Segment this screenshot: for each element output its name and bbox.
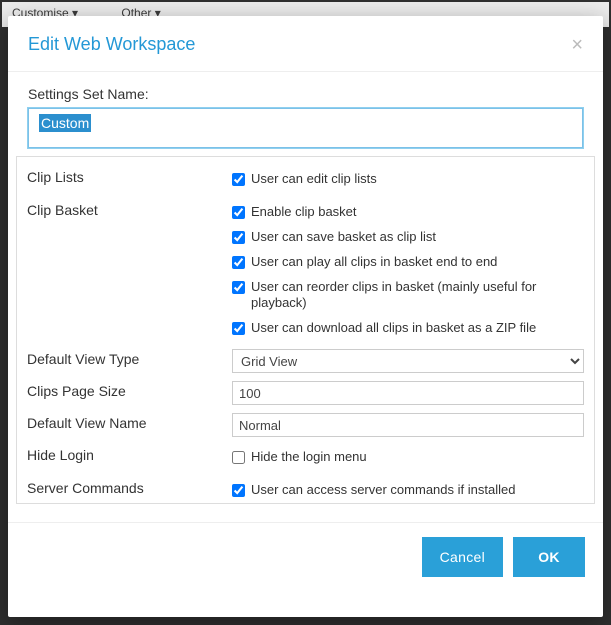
settings-set-name-value: Custom	[39, 114, 91, 132]
server-commands-label: Server Commands	[27, 476, 232, 500]
clip-basket-enable-checkbox[interactable]: Enable clip basket	[232, 200, 584, 225]
clip-basket-save-input[interactable]	[232, 231, 245, 244]
clip-basket-reorder-text: User can reorder clips in basket (mainly…	[251, 279, 584, 313]
clip-lists-edit-checkbox[interactable]: User can edit clip lists	[232, 167, 584, 192]
clip-basket-enable-text: Enable clip basket	[251, 204, 357, 221]
clip-basket-zip-input[interactable]	[232, 322, 245, 335]
server-commands-input[interactable]	[232, 484, 245, 497]
clip-basket-play-checkbox[interactable]: User can play all clips in basket end to…	[232, 250, 584, 275]
ok-button[interactable]: OK	[513, 537, 585, 577]
default-view-name-label: Default View Name	[27, 411, 232, 435]
clips-page-size-input[interactable]	[232, 381, 584, 405]
edit-web-workspace-dialog: Edit Web Workspace × Settings Set Name: …	[8, 16, 603, 617]
server-commands-checkbox[interactable]: User can access server commands if insta…	[232, 478, 584, 503]
clip-basket-save-text: User can save basket as clip list	[251, 229, 436, 246]
clip-lists-edit-input[interactable]	[232, 173, 245, 186]
clip-basket-zip-checkbox[interactable]: User can download all clips in basket as…	[232, 316, 584, 341]
clip-basket-zip-text: User can download all clips in basket as…	[251, 320, 536, 337]
clip-basket-reorder-input[interactable]	[232, 281, 245, 294]
default-view-name-input[interactable]	[232, 413, 584, 437]
clip-basket-reorder-checkbox[interactable]: User can reorder clips in basket (mainly…	[232, 275, 584, 317]
dialog-title: Edit Web Workspace	[28, 34, 195, 55]
server-commands-text: User can access server commands if insta…	[251, 482, 515, 499]
hide-login-checkbox[interactable]: Hide the login menu	[232, 445, 584, 470]
dialog-body: Settings Set Name: Custom	[8, 72, 603, 156]
clips-page-size-label: Clips Page Size	[27, 379, 232, 403]
clip-basket-save-checkbox[interactable]: User can save basket as clip list	[232, 225, 584, 250]
hide-login-text: Hide the login menu	[251, 449, 367, 466]
clip-basket-play-text: User can play all clips in basket end to…	[251, 254, 497, 271]
settings-set-name-label: Settings Set Name:	[28, 86, 583, 102]
default-view-type-label: Default View Type	[27, 347, 232, 371]
clip-basket-play-input[interactable]	[232, 256, 245, 269]
cancel-button[interactable]: Cancel	[422, 537, 503, 577]
clip-lists-edit-text: User can edit clip lists	[251, 171, 377, 188]
clip-lists-label: Clip Lists	[27, 165, 232, 189]
dialog-header: Edit Web Workspace ×	[8, 16, 603, 72]
settings-scroll[interactable]: Clip Lists User can edit clip lists Clip…	[17, 157, 594, 503]
hide-login-input[interactable]	[232, 451, 245, 464]
settings-panel: Clip Lists User can edit clip lists Clip…	[16, 156, 595, 504]
clip-basket-label: Clip Basket	[27, 198, 232, 222]
default-view-type-select[interactable]: Grid View	[232, 349, 584, 373]
dialog-footer: Cancel OK	[8, 522, 603, 595]
clip-basket-enable-input[interactable]	[232, 206, 245, 219]
hide-login-label: Hide Login	[27, 443, 232, 467]
close-icon[interactable]: ×	[571, 35, 583, 55]
settings-set-name-input[interactable]: Custom	[28, 108, 583, 148]
